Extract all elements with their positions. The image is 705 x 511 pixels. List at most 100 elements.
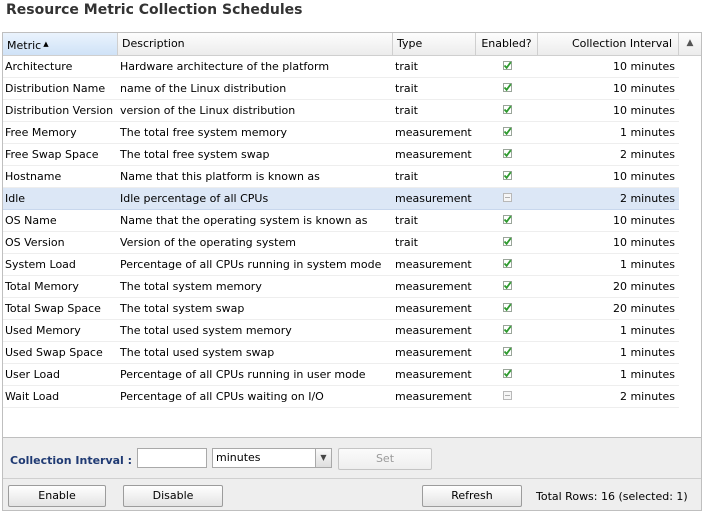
column-header-description[interactable]: Description [118, 33, 393, 55]
page-title: Resource Metric Collection Schedules [6, 2, 303, 18]
table-row[interactable]: Idle Idle percentage of all CPUs measureme… [3, 188, 679, 210]
cell-metric: Total Memory [5, 280, 79, 293]
footer-divider [3, 478, 701, 479]
check-icon[interactable] [503, 281, 512, 290]
cell-type: trait [395, 82, 418, 95]
cell-interval: 1 minutes [619, 258, 675, 271]
cell-metric: Hostname [5, 170, 62, 183]
cell-description: The total free system swap [120, 148, 270, 161]
check-icon[interactable] [503, 105, 512, 114]
check-icon[interactable] [503, 347, 512, 356]
collection-interval-label: Collection Interval : [10, 454, 133, 467]
interval-unit-value: minutes [216, 451, 261, 464]
cell-interval: 1 minutes [619, 346, 675, 359]
cell-interval: 10 minutes [612, 82, 675, 95]
cell-interval: 2 minutes [619, 390, 675, 403]
cell-interval: 20 minutes [612, 302, 675, 315]
cell-interval: 2 minutes [619, 192, 675, 205]
table-row[interactable]: OS Version Version of the operating syste… [3, 232, 679, 254]
set-button[interactable]: Set [338, 448, 432, 470]
table-row[interactable]: User Load Percentage of all CPUs running … [3, 364, 679, 386]
cell-description: The total system memory [120, 280, 262, 293]
column-header-interval[interactable]: Collection Interval [538, 33, 679, 55]
cell-type: measurement [395, 192, 472, 205]
check-icon[interactable] [503, 259, 512, 268]
interval-unit-select[interactable]: minutes ▼ [212, 448, 332, 468]
cell-type: measurement [395, 390, 472, 403]
table-row[interactable]: System Load Percentage of all CPUs runnin… [3, 254, 679, 276]
check-icon[interactable] [503, 83, 512, 92]
cell-description: version of the Linux distribution [120, 104, 296, 117]
cell-interval: 20 minutes [612, 280, 675, 293]
cell-type: trait [395, 236, 418, 249]
grid-footer: Collection Interval : minutes ▼ Set Enab… [2, 438, 702, 511]
cell-type: measurement [395, 368, 472, 381]
cell-interval: 1 minutes [619, 368, 675, 381]
disable-button[interactable]: Disable [123, 485, 223, 507]
cell-metric: Distribution Name [5, 82, 106, 95]
cell-description: The total system swap [120, 302, 245, 315]
check-icon[interactable] [503, 215, 512, 224]
unchecked-icon[interactable] [503, 391, 512, 400]
cell-description: The total free system memory [120, 126, 288, 139]
cell-metric: Idle [5, 192, 26, 205]
cell-description: Percentage of all CPUs running in system… [120, 258, 382, 271]
cell-type: measurement [395, 302, 472, 315]
cell-description: Hardware architecture of the platform [120, 60, 330, 73]
unchecked-icon[interactable] [503, 193, 512, 202]
scroll-up-icon[interactable]: ▲ [679, 33, 701, 55]
cell-metric: Used Memory [5, 324, 81, 337]
check-icon[interactable] [503, 325, 512, 334]
grid-header: Metric ▲ Description Type Enabled? Collec… [3, 33, 701, 56]
table-row[interactable]: Distribution Version version of the Linux… [3, 100, 679, 122]
table-row[interactable]: Free Memory The total free system memory m… [3, 122, 679, 144]
refresh-button[interactable]: Refresh [422, 485, 522, 507]
table-row[interactable]: Architecture Hardware architecture of the… [3, 56, 679, 78]
table-row[interactable]: Total Memory The total system memory measu… [3, 276, 679, 298]
cell-type: measurement [395, 346, 472, 359]
collection-interval-input[interactable] [137, 448, 207, 468]
check-icon[interactable] [503, 127, 512, 136]
check-icon[interactable] [503, 237, 512, 246]
table-row[interactable]: OS Name Name that the operating system is… [3, 210, 679, 232]
check-icon[interactable] [503, 61, 512, 70]
cell-metric: Used Swap Space [5, 346, 103, 359]
table-row[interactable]: Free Swap Space The total free system swa… [3, 144, 679, 166]
cell-type: measurement [395, 148, 472, 161]
cell-description: The total used system memory [120, 324, 292, 337]
cell-metric: System Load [5, 258, 76, 271]
cell-interval: 1 minutes [619, 126, 675, 139]
status-text: Total Rows: 16 (selected: 1) [536, 490, 688, 503]
column-header-label: Metric [7, 39, 42, 52]
cell-metric: OS Version [5, 236, 65, 249]
enable-button[interactable]: Enable [8, 485, 106, 507]
check-icon[interactable] [503, 171, 512, 180]
sort-ascending-icon: ▲ [43, 40, 49, 48]
check-icon[interactable] [503, 149, 512, 158]
cell-metric: Free Memory [5, 126, 77, 139]
cell-type: trait [395, 104, 418, 117]
table-row[interactable]: Wait Load Percentage of all CPUs waiting … [3, 386, 679, 408]
cell-type: trait [395, 214, 418, 227]
cell-interval: 10 minutes [612, 104, 675, 117]
check-icon[interactable] [503, 369, 512, 378]
column-header-type[interactable]: Type [393, 33, 476, 55]
cell-description: Name that this platform is known as [120, 170, 320, 183]
cell-description: Idle percentage of all CPUs [120, 192, 269, 205]
table-row[interactable]: Distribution Name name of the Linux distr… [3, 78, 679, 100]
cell-metric: Architecture [5, 60, 73, 73]
cell-interval: 10 minutes [612, 214, 675, 227]
metric-grid: Metric ▲ Description Type Enabled? Collec… [2, 32, 702, 438]
table-row[interactable]: Used Swap Space The total used system swa… [3, 342, 679, 364]
cell-type: measurement [395, 258, 472, 271]
cell-interval: 10 minutes [612, 60, 675, 73]
column-header-metric[interactable]: Metric ▲ [3, 33, 118, 55]
cell-metric: OS Name [5, 214, 57, 227]
chevron-down-icon[interactable]: ▼ [315, 449, 331, 467]
table-row[interactable]: Hostname Name that this platform is known… [3, 166, 679, 188]
table-row[interactable]: Used Memory The total used system memory m… [3, 320, 679, 342]
cell-metric: Distribution Version [5, 104, 114, 117]
table-row[interactable]: Total Swap Space The total system swap mea… [3, 298, 679, 320]
column-header-enabled[interactable]: Enabled? [476, 33, 538, 55]
check-icon[interactable] [503, 303, 512, 312]
